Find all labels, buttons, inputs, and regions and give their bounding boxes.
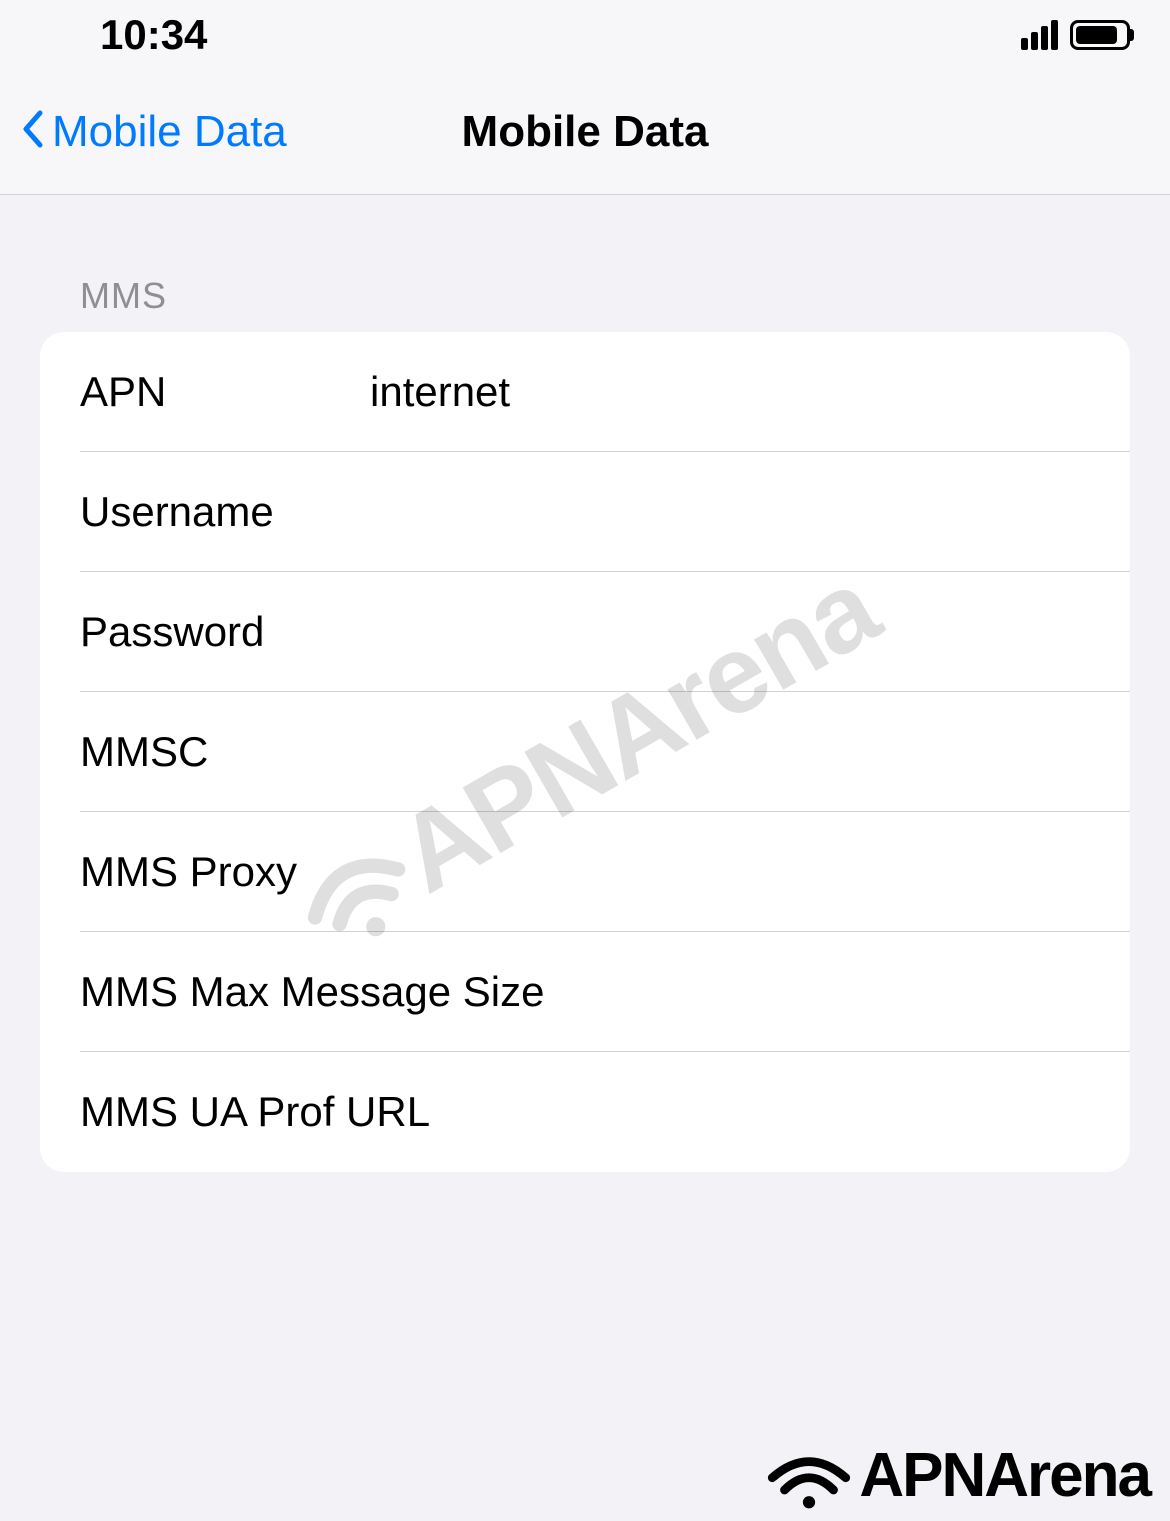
row-mms-ua-prof[interactable]: MMS UA Prof URL <box>40 1052 1130 1172</box>
status-time: 10:34 <box>100 11 207 59</box>
label-mms-proxy: MMS Proxy <box>80 848 370 896</box>
brand-text: APNArena <box>859 1440 1150 1511</box>
cellular-signal-icon <box>1021 20 1058 50</box>
label-password: Password <box>80 608 370 656</box>
input-apn[interactable] <box>370 368 1090 416</box>
navigation-bar: Mobile Data Mobile Data <box>0 70 1170 195</box>
row-apn[interactable]: APN <box>40 332 1130 452</box>
chevron-left-icon <box>20 103 44 161</box>
back-button[interactable]: Mobile Data <box>0 103 287 161</box>
label-username: Username <box>80 488 370 536</box>
input-password[interactable] <box>370 608 1090 656</box>
row-username[interactable]: Username <box>40 452 1130 572</box>
brand-footer: APNArena <box>764 1440 1150 1511</box>
content-area: MMS APN Username Password MMSC MMS Proxy <box>0 195 1170 1172</box>
input-mms-proxy[interactable] <box>370 848 1090 896</box>
label-mmsc: MMSC <box>80 728 370 776</box>
input-mms-max-size[interactable] <box>544 968 1090 1016</box>
label-mms-max-size: MMS Max Message Size <box>80 968 544 1016</box>
label-apn: APN <box>80 368 370 416</box>
label-mms-ua-prof: MMS UA Prof URL <box>80 1088 430 1136</box>
input-username[interactable] <box>370 488 1090 536</box>
status-bar: 10:34 <box>0 0 1170 70</box>
page-title: Mobile Data <box>462 107 709 157</box>
back-label: Mobile Data <box>52 107 287 157</box>
row-mmsc[interactable]: MMSC <box>40 692 1130 812</box>
row-mms-max-size[interactable]: MMS Max Message Size <box>40 932 1130 1052</box>
status-indicators <box>1021 20 1130 50</box>
battery-icon <box>1070 20 1130 50</box>
settings-group-mms: APN Username Password MMSC MMS Proxy MMS… <box>40 332 1130 1172</box>
row-password[interactable]: Password <box>40 572 1130 692</box>
input-mms-ua-prof[interactable] <box>430 1088 1090 1136</box>
section-header-mms: MMS <box>40 195 1130 332</box>
input-mmsc[interactable] <box>370 728 1090 776</box>
wifi-icon <box>764 1441 854 1511</box>
row-mms-proxy[interactable]: MMS Proxy <box>40 812 1130 932</box>
